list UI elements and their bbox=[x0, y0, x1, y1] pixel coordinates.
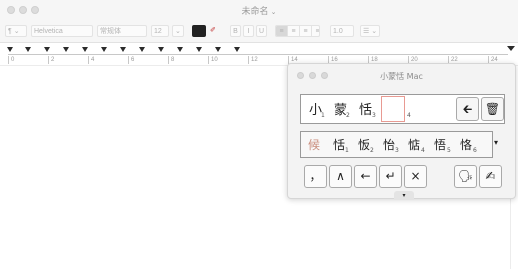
candidate-index: 3 bbox=[395, 147, 399, 154]
highlight-color-icon[interactable]: ✐ bbox=[208, 25, 226, 37]
align-justify-button[interactable]: ≡ bbox=[312, 26, 319, 36]
ruler-number: 4 bbox=[88, 56, 94, 64]
composition-cursor-slot[interactable] bbox=[381, 96, 405, 122]
font-size-dropdown[interactable]: ⌄ bbox=[172, 25, 184, 37]
ruler-number: 0 bbox=[8, 56, 14, 64]
tab-stop-marker[interactable] bbox=[44, 47, 50, 52]
more-candidates-icon[interactable]: ▾ bbox=[494, 138, 498, 147]
tab-stop-marker[interactable] bbox=[158, 47, 164, 52]
tab-stop-marker[interactable] bbox=[139, 47, 145, 52]
comma-key[interactable]: ， bbox=[304, 165, 327, 188]
tab-stop-marker[interactable] bbox=[101, 47, 107, 52]
voice-input-icon[interactable]: 🗣 bbox=[454, 165, 477, 188]
font-style-select[interactable]: 常规体 bbox=[97, 25, 147, 37]
candidate-char[interactable]: 怡 bbox=[383, 136, 395, 153]
candidate-char[interactable]: 㤆 bbox=[358, 136, 370, 153]
ime-window: 小蒙恬 Mac 小 1 蒙 2 恬 3 4 🡰 🗑 候 恬 1 㤆 2 怡 3 … bbox=[287, 63, 516, 200]
candidate-bar: 候 恬 1 㤆 2 怡 3 惦 4 悟 5 恪 6 bbox=[300, 131, 493, 158]
line-spacing-select[interactable]: 1.0 bbox=[330, 25, 354, 37]
candidate-index: 6 bbox=[473, 147, 477, 154]
paragraph-style-select[interactable]: ¶ ⌄ bbox=[5, 25, 27, 37]
back-arrow-icon[interactable]: 🡰 bbox=[456, 97, 479, 121]
tab-stop-marker[interactable] bbox=[215, 47, 221, 52]
text-color-swatch[interactable] bbox=[192, 25, 206, 37]
candidate-char[interactable]: 恬 bbox=[333, 136, 345, 153]
tab-stop-marker[interactable] bbox=[177, 47, 183, 52]
composition-index: 3 bbox=[372, 112, 376, 119]
tab-stop-marker[interactable] bbox=[196, 47, 202, 52]
handwrite-edit-icon[interactable]: ✍ bbox=[479, 165, 502, 188]
candidate-index: 5 bbox=[447, 147, 451, 154]
candidate-char[interactable]: 恪 bbox=[460, 136, 472, 153]
candidate-index: 1 bbox=[345, 147, 349, 154]
ime-window-title: 小蒙恬 Mac bbox=[380, 72, 423, 81]
ruler-number: 6 bbox=[128, 56, 134, 64]
bold-button[interactable]: B bbox=[230, 25, 241, 37]
composition-index: 4 bbox=[407, 112, 411, 119]
font-family-select[interactable]: Helvetica bbox=[31, 25, 93, 37]
left-arrow-key[interactable]: ← bbox=[354, 165, 377, 188]
tab-stop-marker[interactable] bbox=[120, 47, 126, 52]
composition-char[interactable]: 恬 bbox=[359, 99, 372, 118]
format-toolbar: ¶ ⌄ Helvetica 常规体 12 ⌄ ✐ B I U ≡ ≡ ≡ ≡ 1.0 … bbox=[0, 20, 518, 43]
composition-index: 1 bbox=[321, 112, 325, 119]
document-title-text: 未命名 bbox=[241, 7, 269, 17]
enter-key[interactable]: ↵ bbox=[379, 165, 402, 188]
right-margin-marker[interactable] bbox=[507, 46, 515, 51]
tab-stop-marker[interactable] bbox=[25, 47, 31, 52]
caret-key[interactable]: ∧ bbox=[329, 165, 352, 188]
align-right-button[interactable]: ≡ bbox=[300, 26, 312, 36]
candidate-char[interactable]: 悟 bbox=[434, 136, 446, 153]
trash-icon[interactable]: 🗑 bbox=[481, 97, 504, 121]
ruler-number: 2 bbox=[48, 56, 54, 64]
key-row: ， ∧ ← ↵ × 🗣 ✍ bbox=[300, 165, 505, 191]
tab-stop-marker[interactable] bbox=[234, 47, 240, 52]
candidate-index: 4 bbox=[421, 147, 425, 154]
expand-handle-icon[interactable]: ▾ bbox=[394, 191, 414, 200]
document-title[interactable]: 未命名 ⌄ bbox=[0, 4, 518, 17]
ruler-baseline bbox=[8, 54, 508, 55]
italic-button[interactable]: I bbox=[243, 25, 254, 37]
candidate-char[interactable]: 候 bbox=[308, 136, 320, 153]
tab-stop-marker[interactable] bbox=[7, 47, 13, 52]
candidate-index: 2 bbox=[370, 147, 374, 154]
chevron-down-icon: ⌄ bbox=[270, 8, 277, 16]
composition-index: 2 bbox=[346, 112, 350, 119]
tab-stop-marker[interactable] bbox=[63, 47, 69, 52]
align-center-button[interactable]: ≡ bbox=[288, 26, 300, 36]
align-left-button[interactable]: ≡ bbox=[276, 26, 288, 36]
ruler-number: 8 bbox=[168, 56, 174, 64]
ruler-number: 12 bbox=[248, 56, 258, 64]
tab-stop-marker[interactable] bbox=[82, 47, 88, 52]
list-style-select[interactable]: ☰ ⌄ bbox=[360, 25, 380, 37]
composition-bar[interactable]: 小 1 蒙 2 恬 3 4 🡰 🗑 bbox=[300, 94, 505, 124]
candidate-char[interactable]: 惦 bbox=[408, 136, 420, 153]
underline-button[interactable]: U bbox=[256, 25, 267, 37]
title-bar: 未命名 ⌄ bbox=[0, 0, 518, 20]
alignment-segmented-control[interactable]: ≡ ≡ ≡ ≡ bbox=[275, 25, 320, 37]
close-key[interactable]: × bbox=[404, 165, 427, 188]
font-size-field[interactable]: 12 bbox=[151, 25, 169, 37]
ruler-number: 10 bbox=[208, 56, 218, 64]
